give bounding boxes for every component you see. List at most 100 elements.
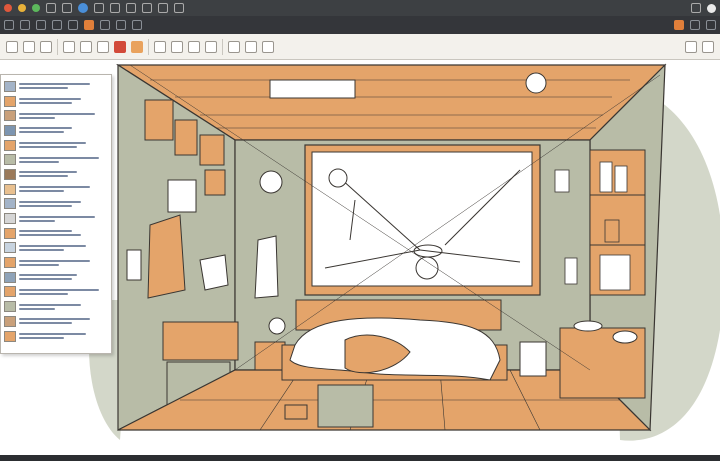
fullscreen-icon[interactable] [702,40,714,53]
brush-icon[interactable] [158,3,168,13]
hand-icon[interactable] [132,20,142,30]
select-icon[interactable] [6,40,18,53]
export-icon[interactable] [674,20,684,30]
window-light [328,168,348,188]
save-icon[interactable] [36,20,46,30]
sidebar-item[interactable] [4,299,108,314]
color-picker-icon[interactable] [84,20,94,30]
sidebar-item[interactable] [4,123,108,138]
file-icon[interactable] [20,20,30,30]
text-icon[interactable] [80,40,92,53]
line-icon[interactable] [97,40,109,53]
placeholder-line [19,234,82,237]
extension-icon[interactable] [691,3,701,13]
maximize-dot-icon[interactable] [32,4,40,12]
sidebar-item[interactable] [4,241,108,256]
view-icon[interactable] [685,40,697,53]
sidebar-item[interactable] [4,94,108,109]
sidebar-item[interactable] [4,167,108,182]
placeholder-line [19,288,100,291]
crop-icon[interactable] [228,40,240,53]
settings-icon[interactable] [174,3,184,13]
thumbnail-icon [4,124,16,136]
profile-icon[interactable] [707,3,716,13]
group-icon[interactable] [205,40,217,53]
layer-icon[interactable] [154,40,166,53]
placeholder-line [19,259,91,262]
grid-icon[interactable] [100,20,110,30]
color-swatch-icon[interactable] [114,40,126,53]
desk [162,321,239,361]
thumbnail-icon [4,301,16,313]
redo-icon[interactable] [68,20,78,30]
placeholder-line [19,274,77,277]
minimize-dot-icon[interactable] [18,4,26,12]
placeholder-line [19,98,82,101]
sidebar-item[interactable] [4,211,108,226]
thumbnail-icon [4,110,16,122]
sidebar-item[interactable] [4,329,108,344]
placeholder-line [19,322,73,325]
rotate-icon[interactable] [245,40,257,53]
sidebar-item-label-lines [19,274,108,281]
sidebar-item-label-lines [19,230,108,237]
sidebar-item[interactable] [4,270,108,285]
thumbnail-icon [4,315,16,327]
shape-icon[interactable] [63,40,75,53]
floor-box [317,384,374,428]
sidebar-item[interactable] [4,314,108,329]
nightstand [254,341,286,373]
distribute-icon[interactable] [188,40,200,53]
layers-icon[interactable] [142,3,152,13]
thumbnail-icon [4,330,16,342]
sidebar-item[interactable] [4,285,108,300]
undo-icon[interactable] [52,20,62,30]
sidebar-item[interactable] [4,138,108,153]
close-dot-icon[interactable] [4,4,12,12]
sidebar-item-label-lines [19,259,108,266]
sidebar-item-label-lines [19,142,108,149]
placeholder-line [19,142,86,145]
sidebar-item[interactable] [4,108,108,123]
browser-icon[interactable] [78,3,88,13]
placeholder-line [19,263,60,266]
window-light [415,256,439,280]
pen-icon[interactable] [23,40,35,53]
placeholder-line [19,190,64,193]
desk-bowl [612,330,638,344]
sidebar-item[interactable] [4,152,108,167]
ceiling-skylight [269,79,356,99]
forward-icon[interactable] [62,3,72,13]
placeholder-line [19,116,55,119]
flip-icon[interactable] [262,40,274,53]
main-toolbar [0,16,720,34]
align-icon[interactable] [171,40,183,53]
share-icon[interactable] [690,20,700,30]
thumbnail-icon [4,213,16,225]
fill-swatch-icon[interactable] [131,40,143,53]
bookmark-icon[interactable] [126,3,136,13]
thumbnail-icon [4,242,16,254]
menu-icon[interactable] [4,20,14,30]
placeholder-line [19,146,77,149]
sidebar-item[interactable] [4,197,108,212]
sidebar-item[interactable] [4,226,108,241]
placeholder-line [19,160,60,163]
sidebar-item-label-lines [19,98,108,105]
placeholder-line [19,204,73,207]
thumbnail-icon [4,227,16,239]
placeholder-line [19,156,100,159]
placeholder-line [19,278,73,281]
sidebar-item[interactable] [4,182,108,197]
zoom-icon[interactable] [116,20,126,30]
placeholder-line [19,83,91,86]
sidebar-item[interactable] [4,255,108,270]
reload-icon[interactable] [94,3,104,13]
wall-clock [259,170,283,194]
more-icon[interactable] [706,20,716,30]
eraser-icon[interactable] [40,40,52,53]
sidebar-item[interactable] [4,79,108,94]
home-icon[interactable] [110,3,120,13]
back-icon[interactable] [46,3,56,13]
thumbnail-icon [4,154,16,166]
